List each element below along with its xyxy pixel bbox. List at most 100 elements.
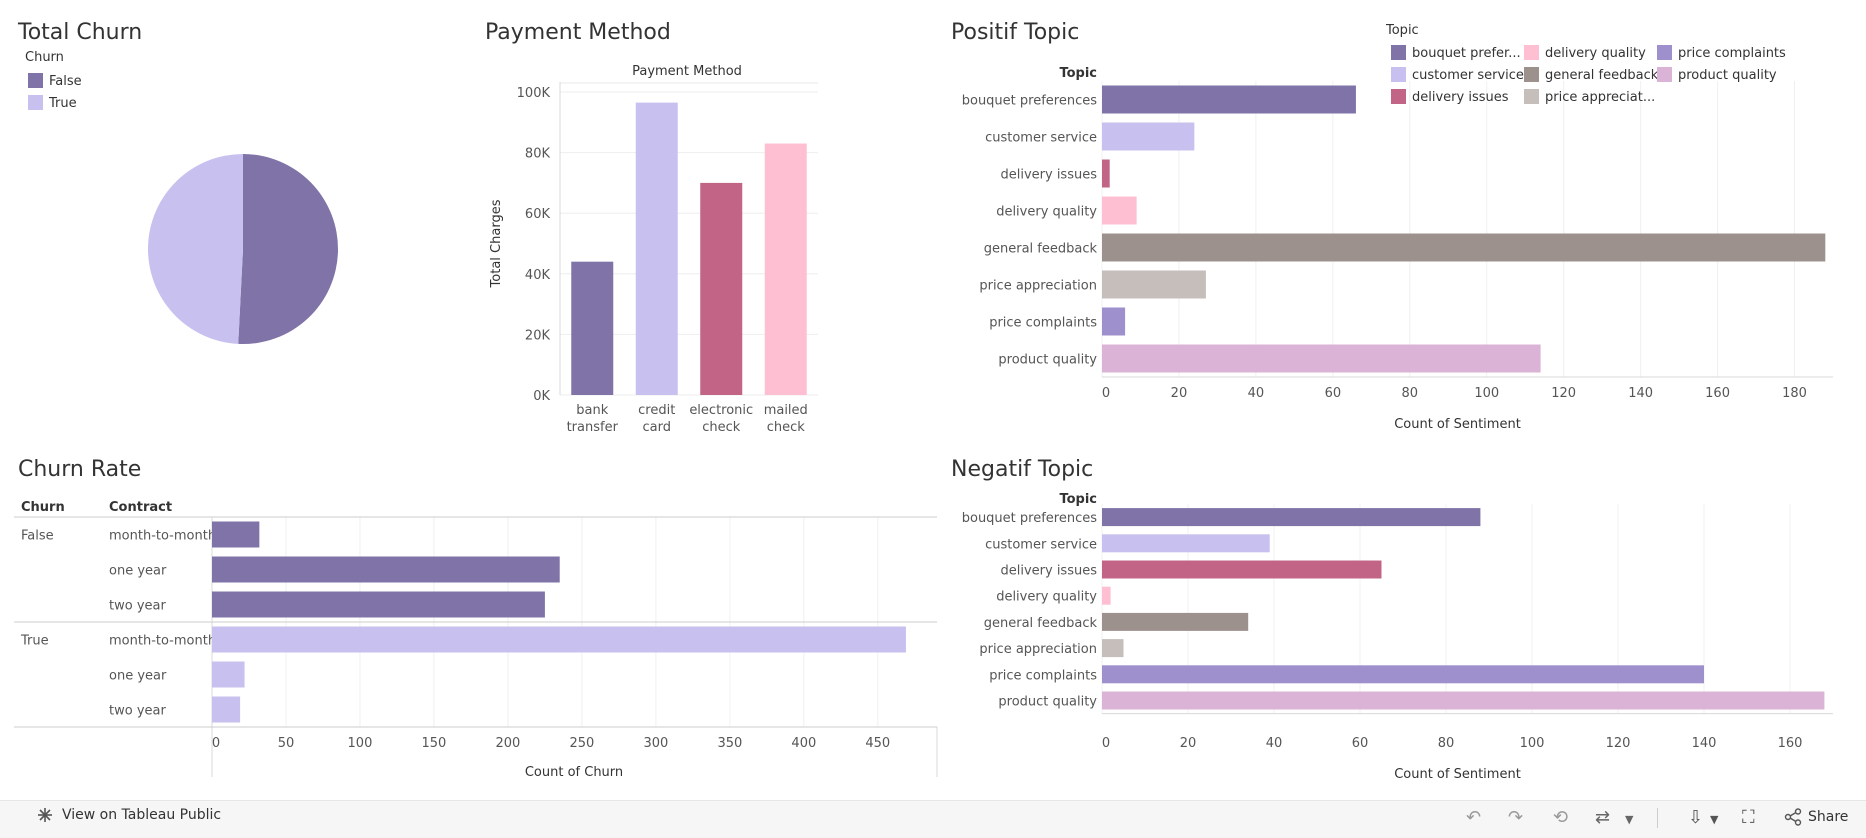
topic-row-label: delivery quality xyxy=(996,590,1097,605)
topic-legend-label-price-complaints[interactable]: price complaints xyxy=(1678,46,1786,61)
topic-xtick-label: 80 xyxy=(1438,736,1455,751)
payment-ytick-label: 40K xyxy=(525,268,551,283)
topic-xlabel: Count of Sentiment xyxy=(1394,767,1521,782)
churn-legend-label-false[interactable]: False xyxy=(49,74,82,89)
pie-slice-false[interactable] xyxy=(238,154,338,344)
topic-row-label: bouquet preferences xyxy=(962,511,1097,526)
topic-xtick-label: 140 xyxy=(1692,736,1717,751)
redo-icon[interactable]: ↷ xyxy=(1508,807,1523,828)
churnrate-contract-label: month-to-month xyxy=(109,529,216,544)
churnrate-xtick-label: 400 xyxy=(791,736,816,751)
topic-bar-delivery-issues[interactable] xyxy=(1102,159,1110,188)
negatif-topic-title: Negatif Topic xyxy=(951,457,1094,482)
topic-legend-label-bouquet-preferences[interactable]: bouquet prefer... xyxy=(1412,46,1521,61)
share-label: Share xyxy=(1808,809,1849,825)
churnrate-bar-true-two-year[interactable] xyxy=(212,696,241,723)
topic-bar-bouquet-preferences[interactable] xyxy=(1102,508,1481,527)
payment-bar-electronic-check[interactable] xyxy=(700,182,743,395)
topic-row-label: general feedback xyxy=(984,616,1098,631)
churnrate-contract-label: two year xyxy=(109,704,166,719)
churn-col-header: Churn xyxy=(21,500,65,515)
topic-xtick-label: 160 xyxy=(1705,386,1730,401)
topic-bar-price-complaints[interactable] xyxy=(1102,307,1126,336)
churnrate-contract-label: month-to-month xyxy=(109,634,216,649)
topic-bar-price-complaints[interactable] xyxy=(1102,665,1704,684)
topic-bar-price-appreciation[interactable] xyxy=(1102,270,1206,299)
topic-xtick-label: 0 xyxy=(1102,386,1110,401)
topic-xtick-label: 40 xyxy=(1266,736,1283,751)
topic-legend-swatch-delivery-quality[interactable] xyxy=(1524,45,1539,60)
positif-topic-title: Positif Topic xyxy=(951,20,1080,45)
topic-xtick-label: 140 xyxy=(1628,386,1653,401)
view-on-tableau-label: View on Tableau Public xyxy=(62,807,222,823)
topic-row-label: product quality xyxy=(998,695,1097,710)
churnrate-xtick-label: 100 xyxy=(348,736,373,751)
topic-bar-customer-service[interactable] xyxy=(1102,122,1195,151)
topic-legend-swatch-price-complaints[interactable] xyxy=(1657,45,1672,60)
download-dropdown-icon[interactable]: ▼ xyxy=(1710,813,1718,826)
revert-icon[interactable]: ⟲ xyxy=(1553,807,1568,828)
topic-legend-swatch-bouquet-preferences[interactable] xyxy=(1391,45,1406,60)
toolbar-divider xyxy=(1657,808,1658,828)
payment-bar-mailed-check[interactable] xyxy=(764,143,807,395)
topic-legend-swatch-general-feedback[interactable] xyxy=(1524,67,1539,82)
fullscreen-icon[interactable]: ⛶ xyxy=(1742,807,1755,828)
topic-bar-general-feedback[interactable] xyxy=(1102,612,1249,631)
refresh-icon[interactable]: ⇄ xyxy=(1595,807,1610,828)
payment-bar-credit-card[interactable] xyxy=(635,102,678,396)
topic-legend-label-general-feedback[interactable]: general feedback xyxy=(1545,68,1659,83)
payment-method-bar-chart[interactable]: Payment Method 0K 20K 40K 60K 80K 100K Total Ch… xyxy=(470,50,830,450)
churnrate-bar-false-month-to-month[interactable] xyxy=(212,521,260,548)
download-icon[interactable]: ⇩ xyxy=(1688,807,1703,828)
share-button[interactable]: Share xyxy=(1784,808,1848,826)
churn-legend-swatch-false[interactable] xyxy=(28,73,43,88)
total-churn-pie-chart[interactable]: Churn False True xyxy=(0,45,470,365)
topic-row-label: price complaints xyxy=(989,668,1097,683)
topic-xtick-label: 100 xyxy=(1520,736,1545,751)
churn-rate-bar-chart[interactable]: Churn Contract 0 50 100 150 200 250 300 350 400 450… xyxy=(0,490,940,790)
topic-xtick-label: 60 xyxy=(1325,386,1342,401)
topic-legend-label-price-appreciation[interactable]: price appreciat... xyxy=(1545,90,1655,105)
churn-legend-swatch-true[interactable] xyxy=(28,95,43,110)
payment-xtick-label: card xyxy=(643,420,671,435)
topic-legend-label-delivery-issues[interactable]: delivery issues xyxy=(1412,90,1509,105)
footer-toolbar xyxy=(0,800,1866,838)
topic-bar-product-quality[interactable] xyxy=(1102,691,1825,710)
topic-bar-price-appreciation[interactable] xyxy=(1102,639,1124,658)
topic-row-label: price appreciation xyxy=(979,279,1097,294)
churn-legend-label-true[interactable]: True xyxy=(48,96,77,111)
churnrate-bar-false-one-year[interactable] xyxy=(212,556,560,583)
topic-bar-bouquet-preferences[interactable] xyxy=(1102,85,1356,114)
topic-row-label: delivery quality xyxy=(996,205,1097,220)
positif-topic-bar-chart[interactable]: Topic 0 20 40 60 80 100 120 140 160 180 bouquet pre… xyxy=(940,50,1866,440)
topic-bar-customer-service[interactable] xyxy=(1102,534,1270,553)
pie-slice-true[interactable] xyxy=(147,154,243,344)
churnrate-bar-true-month-to-month[interactable] xyxy=(212,626,906,653)
negatif-topic-bar-chart[interactable]: Topic 0 20 40 60 80 100 120 140 160 bouquet prefer… xyxy=(940,490,1866,790)
topic-bar-product-quality[interactable] xyxy=(1102,344,1541,373)
topic-legend[interactable]: Topic bouquet prefer... delivery quality pr… xyxy=(1380,18,1800,108)
topic-legend-swatch-price-appreciation[interactable] xyxy=(1524,89,1539,104)
topic-bar-delivery-issues[interactable] xyxy=(1102,560,1382,579)
topic-legend-label-product-quality[interactable]: product quality xyxy=(1678,68,1777,83)
undo-icon[interactable]: ↶ xyxy=(1466,807,1481,828)
topic-legend-label-delivery-quality[interactable]: delivery quality xyxy=(1545,46,1646,61)
payment-xtick-label: transfer xyxy=(567,420,619,435)
topic-legend-swatch-delivery-issues[interactable] xyxy=(1391,89,1406,104)
churnrate-xtick-label: 350 xyxy=(717,736,742,751)
topic-legend-label-customer-service[interactable]: customer service xyxy=(1412,68,1524,83)
view-on-tableau-link[interactable]: View on Tableau Public xyxy=(36,806,221,824)
topic-bar-general-feedback[interactable] xyxy=(1102,233,1826,262)
churnrate-bar-false-two-year[interactable] xyxy=(212,591,545,618)
payment-bar-bank-transfer[interactable] xyxy=(571,261,614,395)
topic-legend-swatch-product-quality[interactable] xyxy=(1657,67,1672,82)
dropdown-icon[interactable]: ▼ xyxy=(1625,813,1633,826)
topic-legend-swatch-customer-service[interactable] xyxy=(1391,67,1406,82)
topic-bar-delivery-quality[interactable] xyxy=(1102,586,1111,605)
contract-col-header: Contract xyxy=(109,500,172,515)
total-churn-title: Total Churn xyxy=(18,20,143,45)
topic-row-label: delivery issues xyxy=(1000,168,1097,183)
topic-row-label: bouquet preferences xyxy=(962,94,1097,109)
churnrate-bar-true-one-year[interactable] xyxy=(212,661,245,688)
topic-bar-delivery-quality[interactable] xyxy=(1102,196,1137,225)
